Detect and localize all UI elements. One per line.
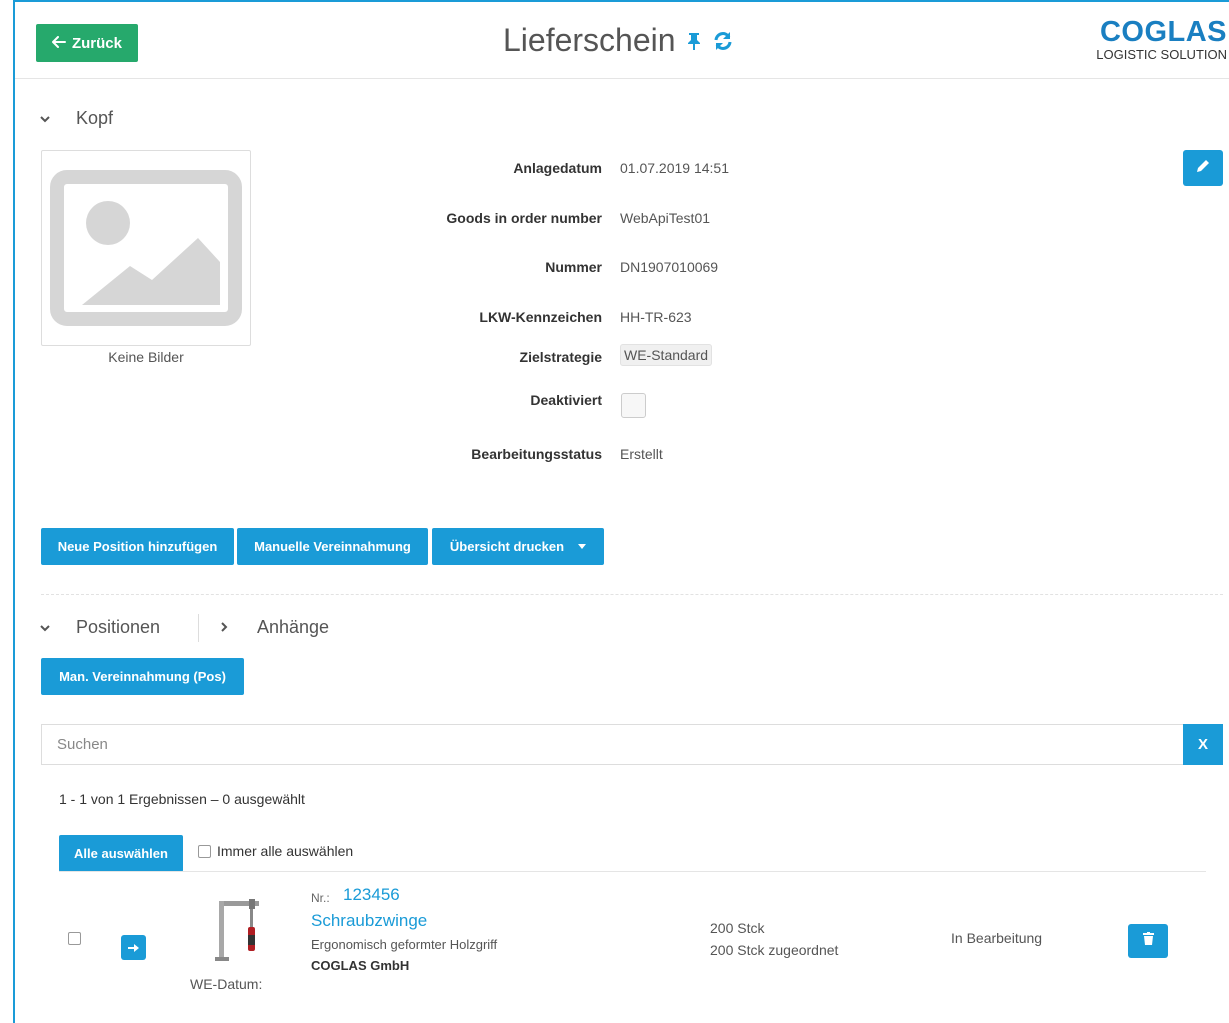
page-header: Zurück Lieferschein COGLAS LOGISTIC SOLU… xyxy=(15,2,1229,79)
caret-down-icon[interactable] xyxy=(578,544,587,549)
uebersicht-drucken-button[interactable]: Übersicht drucken xyxy=(432,528,604,565)
select-all-button[interactable]: Alle auswählen xyxy=(59,835,183,872)
back-button-label: Zurück xyxy=(71,34,122,52)
tab-positionen[interactable]: Positionen xyxy=(40,617,160,638)
tab-anhaenge-label: Anhänge xyxy=(257,617,330,637)
anlagedatum-value: 01.07.2019 14:51 xyxy=(620,160,729,176)
trash-icon xyxy=(1142,932,1154,950)
section-divider xyxy=(41,594,1223,595)
product-name-link[interactable]: Schraubzwinge xyxy=(311,911,427,931)
deaktiviert-checkbox[interactable] xyxy=(621,393,646,418)
no-images-label: Keine Bilder xyxy=(108,349,184,365)
tab-anhaenge[interactable]: Anhänge xyxy=(221,617,329,638)
status-label: Bearbeitungsstatus xyxy=(471,446,602,462)
chevron-right-icon xyxy=(221,620,243,635)
search-clear-label: X xyxy=(1197,736,1208,753)
search-placeholder: Suchen xyxy=(57,736,108,753)
results-count: 1 - 1 von 1 Ergebnissen – 0 ausgewählt xyxy=(59,791,305,807)
arrow-right-icon xyxy=(128,939,139,957)
row-state: In Bearbeitung xyxy=(951,930,1043,946)
chevron-down-icon xyxy=(40,111,62,126)
company-logo: COGLAS LOGISTIC SOLUTION xyxy=(1077,17,1227,63)
nummer-value: DN1907010069 xyxy=(620,259,719,275)
always-select-all[interactable]: Immer alle auswählen xyxy=(198,843,353,859)
man-vereinnahmung-pos-label: Man. Vereinnahmung (Pos) xyxy=(59,669,226,684)
delete-row-button[interactable] xyxy=(1128,924,1168,958)
edit-button[interactable] xyxy=(1183,150,1223,186)
product-image xyxy=(205,891,265,971)
lkw-label: LKW-Kennzeichen xyxy=(479,309,602,325)
neue-position-button[interactable]: Neue Position hinzufügen xyxy=(41,528,234,565)
kopf-section-toggle[interactable]: Kopf xyxy=(40,108,113,129)
image-placeholder[interactable] xyxy=(41,150,251,346)
neue-position-label: Neue Position hinzufügen xyxy=(57,539,218,554)
zielstrategie-label: Zielstrategie xyxy=(519,349,602,365)
anlagedatum-label: Anlagedatum xyxy=(513,160,602,176)
logo-main-text: COGLAS xyxy=(1099,16,1227,48)
uebersicht-drucken-label: Übersicht drucken xyxy=(449,539,565,554)
goods-in-order-value: WebApiTest01 xyxy=(620,210,711,226)
kopf-section-label: Kopf xyxy=(76,108,114,128)
select-all-label: Alle auswählen xyxy=(74,846,168,861)
row-checkbox[interactable] xyxy=(68,932,81,945)
status-value: Erstellt xyxy=(620,446,663,462)
zielstrategie-tag: WE-Standard xyxy=(620,344,713,366)
search-clear-button[interactable]: X xyxy=(1183,724,1223,765)
row-divider xyxy=(59,871,1206,872)
man-vereinnahmung-pos-button[interactable]: Man. Vereinnahmung (Pos) xyxy=(41,658,244,695)
product-nr-label: Nr.: xyxy=(311,891,330,905)
tab-separator xyxy=(198,614,199,642)
quantity-assigned: 200 Stck zugeordnet xyxy=(710,942,839,958)
nummer-label: Nummer xyxy=(545,259,602,275)
always-select-all-label: Immer alle auswählen xyxy=(217,843,354,859)
row-open-button[interactable] xyxy=(121,935,146,960)
window-frame-left xyxy=(13,0,15,1023)
tab-positionen-label: Positionen xyxy=(76,617,161,637)
product-company: COGLAS GmbH xyxy=(311,958,410,973)
title-area: Lieferschein xyxy=(503,22,734,59)
always-select-all-checkbox[interactable] xyxy=(198,844,211,858)
zielstrategie-value: WE-Standard xyxy=(620,344,713,366)
manuelle-vereinnahmung-button[interactable]: Manuelle Vereinnahmung xyxy=(237,528,428,565)
back-button[interactable]: Zurück xyxy=(36,24,138,62)
logo-sub-text: LOGISTIC SOLUTION xyxy=(1096,47,1227,62)
deaktiviert-label: Deaktiviert xyxy=(530,392,602,408)
arrow-left-icon xyxy=(51,35,66,52)
we-datum-label: WE-Datum: xyxy=(190,976,263,992)
image-placeholder-icon xyxy=(50,170,242,326)
pin-icon[interactable] xyxy=(686,31,702,51)
lkw-value: HH-TR-623 xyxy=(620,309,692,325)
goods-in-order-label: Goods in order number xyxy=(446,210,602,226)
pencil-icon xyxy=(1196,159,1210,178)
product-description: Ergonomisch geformter Holzgriff xyxy=(311,937,498,952)
refresh-icon[interactable] xyxy=(712,30,734,52)
page-title: Lieferschein xyxy=(503,22,676,58)
search-input[interactable]: Suchen xyxy=(41,724,1183,765)
chevron-down-icon xyxy=(40,620,62,635)
product-nr-link[interactable]: 123456 xyxy=(343,885,400,905)
quantity: 200 Stck xyxy=(710,920,765,936)
manuelle-vereinnahmung-label: Manuelle Vereinnahmung xyxy=(254,539,411,554)
clamp-icon xyxy=(215,899,259,961)
